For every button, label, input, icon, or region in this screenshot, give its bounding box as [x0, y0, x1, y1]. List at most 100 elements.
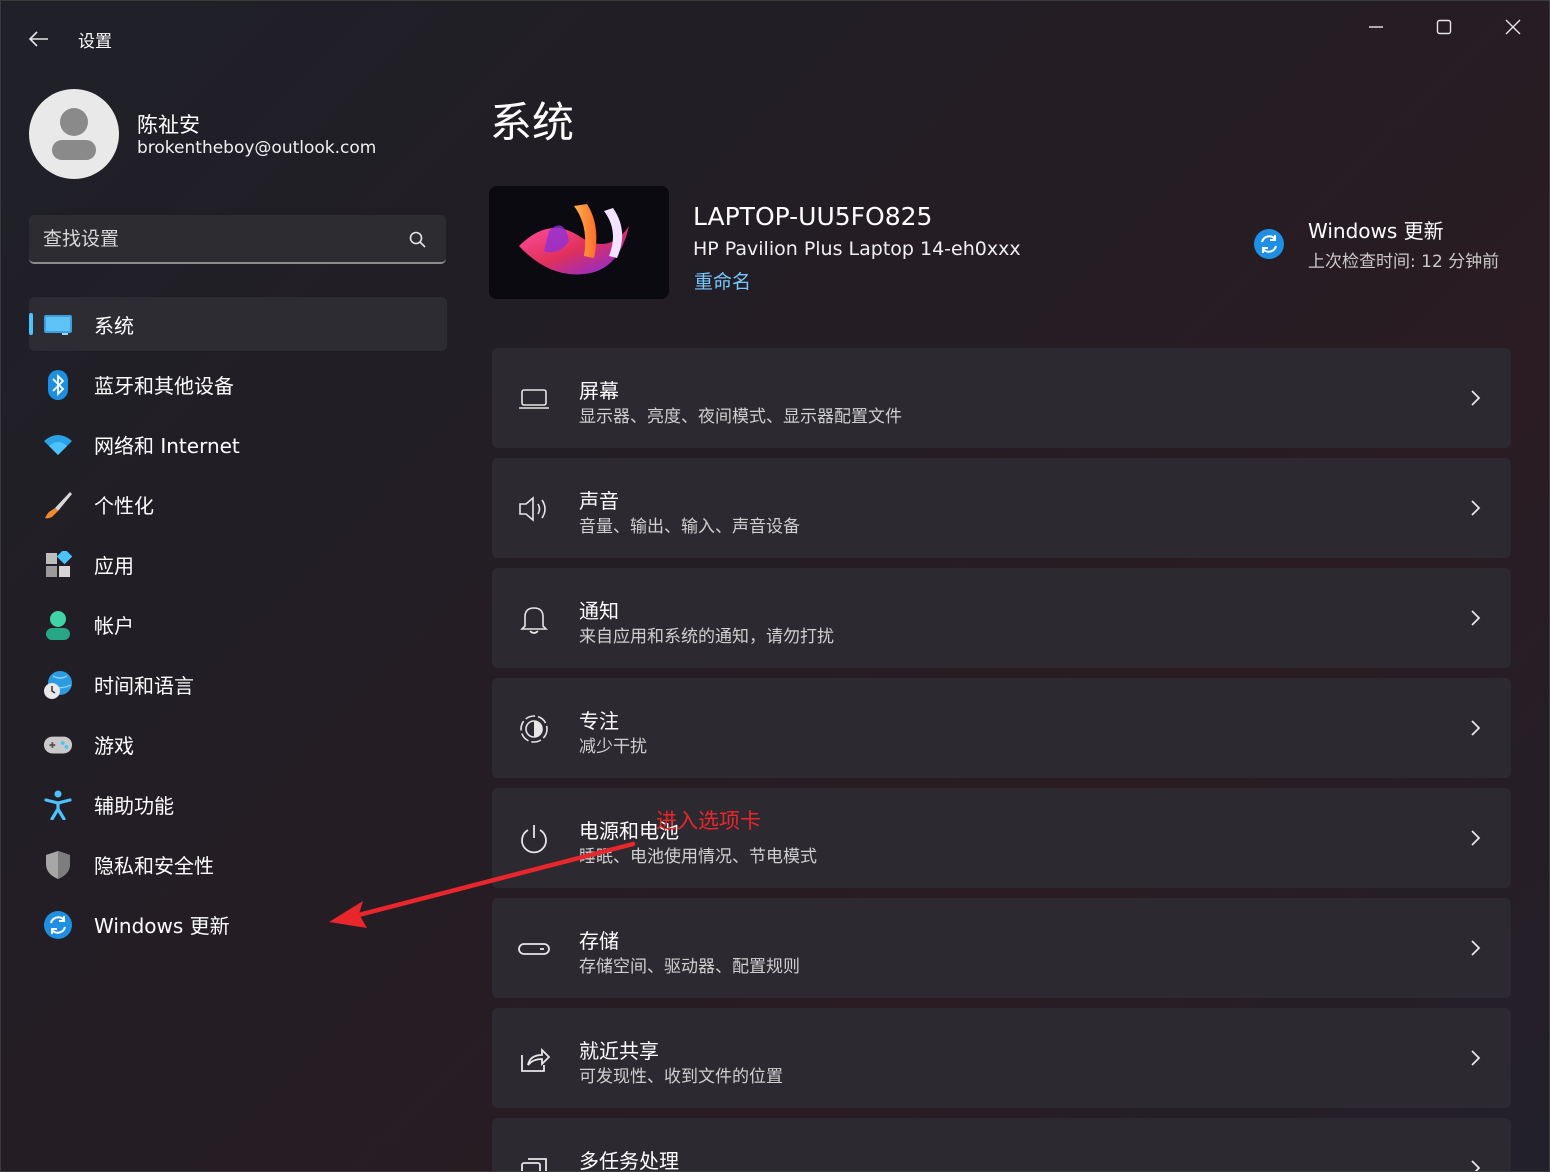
sidebar-item-label: 时间和语言 — [94, 674, 194, 698]
user-name: 陈祉安 — [137, 113, 200, 137]
sidebar-nav: 系统 蓝牙和其他设备 网络和 Internet 个性化 应用 帐户 时间和语言 … — [29, 297, 447, 957]
card-title: 多任务处理 — [579, 1149, 679, 1172]
card-multitasking[interactable]: 多任务处理 — [492, 1118, 1511, 1172]
paintbrush-icon — [43, 490, 73, 520]
focus-icon — [516, 711, 552, 747]
page-title: 系统 — [490, 98, 575, 147]
sidebar-item-bluetooth[interactable]: 蓝牙和其他设备 — [29, 357, 447, 411]
card-subtitle: 可发现性、收到文件的位置 — [579, 1067, 783, 1087]
sidebar-item-accounts[interactable]: 帐户 — [29, 597, 447, 651]
chevron-right-icon — [1471, 390, 1481, 406]
sidebar-item-label: 网络和 Internet — [94, 434, 240, 458]
card-display[interactable]: 屏幕 显示器、亮度、夜间模式、显示器配置文件 — [492, 348, 1511, 448]
card-title: 存储 — [579, 929, 619, 953]
sidebar-item-time-language[interactable]: 时间和语言 — [29, 657, 447, 711]
sidebar-item-label: 系统 — [94, 314, 134, 338]
chevron-right-icon — [1471, 940, 1481, 956]
minimize-icon — [1369, 26, 1383, 28]
sidebar-item-gaming[interactable]: 游戏 — [29, 717, 447, 771]
bell-icon — [516, 601, 552, 637]
update-status-title[interactable]: Windows 更新 — [1308, 215, 1444, 244]
device-model: HP Pavilion Plus Laptop 14-eh0xxx — [693, 238, 1021, 260]
card-subtitle: 来自应用和系统的通知，请勿打扰 — [579, 627, 834, 647]
card-subtitle: 显示器、亮度、夜间模式、显示器配置文件 — [579, 407, 902, 427]
card-subtitle: 睡眠、电池使用情况、节电模式 — [579, 847, 817, 867]
close-icon — [1505, 19, 1521, 35]
sync-icon — [43, 910, 73, 940]
accessibility-icon — [43, 790, 73, 820]
card-sound[interactable]: 声音 音量、输出、输入、声音设备 — [492, 458, 1511, 558]
sidebar-item-label: 应用 — [94, 554, 134, 578]
card-title: 通知 — [579, 599, 619, 623]
chevron-right-icon — [1471, 720, 1481, 736]
card-subtitle: 存储空间、驱动器、配置规则 — [579, 957, 800, 977]
search-input[interactable] — [43, 225, 403, 253]
gamepad-icon — [43, 730, 73, 760]
sidebar-item-privacy[interactable]: 隐私和安全性 — [29, 837, 447, 891]
chevron-right-icon — [1471, 610, 1481, 626]
update-status-subtitle: 上次检查时间: 12 分钟前 — [1308, 252, 1500, 272]
chevron-right-icon — [1471, 830, 1481, 846]
card-title: 声音 — [579, 489, 619, 513]
chevron-right-icon — [1471, 1050, 1481, 1066]
chevron-right-icon — [1471, 500, 1481, 516]
annotation-label: 进入选项卡 — [656, 809, 761, 833]
app-title: 设置 — [78, 32, 112, 52]
multitask-icon — [516, 1151, 552, 1171]
card-subtitle: 音量、输出、输入、声音设备 — [579, 517, 800, 537]
settings-window: 设置 陈祉安 brokentheboy@outlook.com 系统 — [0, 0, 1550, 1172]
rename-link[interactable]: 重命名 — [694, 267, 751, 294]
user-email: brokentheboy@outlook.com — [137, 138, 377, 158]
back-button[interactable] — [23, 23, 55, 55]
sidebar-item-label: 游戏 — [94, 734, 134, 758]
card-nearby-sharing[interactable]: 就近共享 可发现性、收到文件的位置 — [492, 1008, 1511, 1108]
storage-icon — [516, 931, 552, 967]
search-icon[interactable] — [408, 230, 428, 250]
card-power-battery[interactable]: 电源和电池 睡眠、电池使用情况、节电模式 — [492, 788, 1511, 888]
card-notifications[interactable]: 通知 来自应用和系统的通知，请勿打扰 — [492, 568, 1511, 668]
maximize-icon — [1436, 19, 1452, 35]
minimize-button[interactable] — [1348, 7, 1404, 47]
card-title: 就近共享 — [579, 1039, 659, 1063]
card-focus[interactable]: 专注 减少干扰 — [492, 678, 1511, 778]
monitor-icon — [43, 310, 73, 340]
device-name: LAPTOP-UU5FO825 — [693, 202, 933, 231]
shield-icon — [43, 850, 73, 880]
back-arrow-icon — [29, 31, 48, 47]
chevron-right-icon — [1471, 1160, 1481, 1171]
sidebar-item-label: 帐户 — [94, 614, 134, 638]
person-placeholder-icon — [52, 108, 96, 160]
laptop-icon — [516, 381, 552, 417]
title-bar: 设置 — [1, 1, 1549, 71]
share-icon — [516, 1041, 552, 1077]
sidebar-item-apps[interactable]: 应用 — [29, 537, 447, 591]
sidebar-item-label: Windows 更新 — [94, 914, 230, 938]
speaker-icon — [516, 491, 552, 527]
close-button[interactable] — [1485, 7, 1541, 47]
sidebar-item-label: 蓝牙和其他设备 — [94, 374, 234, 398]
search-box[interactable] — [29, 215, 446, 264]
sidebar-item-label: 隐私和安全性 — [94, 854, 214, 878]
person-icon — [43, 610, 73, 640]
power-icon — [516, 821, 552, 857]
card-storage[interactable]: 存储 存储空间、驱动器、配置规则 — [492, 898, 1511, 998]
card-title: 专注 — [579, 709, 619, 733]
maximize-button[interactable] — [1416, 7, 1472, 47]
sidebar-item-personalization[interactable]: 个性化 — [29, 477, 447, 531]
sidebar-item-label: 个性化 — [94, 494, 154, 518]
sidebar-item-label: 辅助功能 — [94, 794, 174, 818]
sidebar-item-system[interactable]: 系统 — [29, 297, 447, 351]
bluetooth-icon — [43, 370, 73, 400]
sidebar-item-network[interactable]: 网络和 Internet — [29, 417, 447, 471]
wifi-icon — [43, 430, 73, 460]
settings-card-list: 屏幕 显示器、亮度、夜间模式、显示器配置文件 声音 音量、输出、输入、声音设备 … — [492, 348, 1511, 1172]
globe-clock-icon — [43, 670, 73, 700]
windows-update-icon[interactable] — [1253, 228, 1285, 260]
apps-icon — [43, 550, 73, 580]
card-title: 屏幕 — [579, 379, 619, 403]
card-subtitle: 减少干扰 — [579, 737, 647, 757]
avatar[interactable] — [29, 89, 119, 179]
sidebar-item-accessibility[interactable]: 辅助功能 — [29, 777, 447, 831]
device-wallpaper-thumbnail — [489, 186, 669, 299]
sidebar-item-windows-update[interactable]: Windows 更新 — [29, 897, 447, 951]
